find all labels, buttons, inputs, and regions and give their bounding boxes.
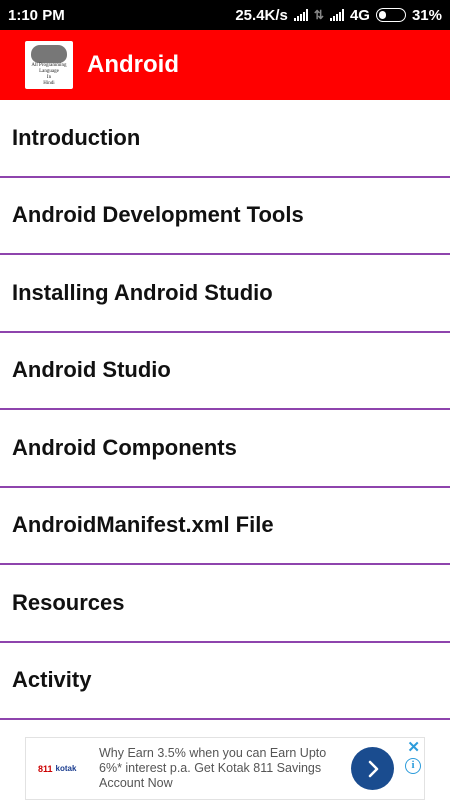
list-item-label: Android Studio — [12, 357, 171, 383]
ad-area: 811 kotak Why Earn 3.5% when you can Ear… — [0, 720, 450, 800]
logo-text: All Programming Language In Hindi — [31, 63, 67, 86]
list-item[interactable]: Android Studio — [0, 332, 450, 410]
ad-text: Why Earn 3.5% when you can Earn Upto 6%*… — [99, 746, 327, 790]
close-icon[interactable]: ✕ — [407, 738, 420, 756]
list-item[interactable]: AndroidManifest.xml File — [0, 487, 450, 565]
ad-next-button[interactable] — [351, 747, 394, 790]
list-item[interactable]: Installing Android Studio — [0, 255, 450, 333]
status-bar: 1:10 PM 25.4K/s ⇅ 4G 31% — [0, 0, 450, 30]
app-bar: All Programming Language In Hindi Androi… — [0, 30, 450, 100]
list-item[interactable]: Android Components — [0, 410, 450, 488]
app-title: Android — [87, 51, 179, 78]
list-item-label: AndroidManifest.xml File — [12, 512, 274, 538]
app-logo: All Programming Language In Hindi — [25, 41, 73, 89]
ad-brand-logo: 811 kotak — [38, 763, 77, 774]
list-item[interactable]: Introduction — [0, 100, 450, 178]
info-icon[interactable]: i — [405, 758, 421, 774]
network-type: 4G — [349, 6, 370, 24]
list-item-label: Resources — [12, 589, 125, 615]
network-speed: 25.4K/s — [235, 6, 288, 24]
battery-percent: 31% — [411, 6, 442, 24]
list-item[interactable]: Activity — [0, 642, 450, 720]
signal-icon-secondary — [329, 9, 344, 21]
list-item-label: Installing Android Studio — [12, 279, 273, 305]
list-item-label: Android Components — [12, 434, 237, 460]
status-time: 1:10 PM — [8, 6, 65, 24]
ad-banner[interactable]: 811 kotak Why Earn 3.5% when you can Ear… — [25, 737, 425, 800]
status-indicators: 25.4K/s ⇅ 4G 31% — [235, 7, 442, 24]
list-item[interactable]: Resources — [0, 565, 450, 643]
list-item[interactable]: Android Development Tools — [0, 177, 450, 255]
topic-list: Introduction Android Development Tools I… — [0, 100, 450, 720]
chevron-right-icon — [368, 760, 378, 777]
data-transfer-icon: ⇅ — [313, 8, 324, 22]
list-item-label: Android Development Tools — [12, 202, 304, 228]
list-item-label: Activity — [12, 667, 92, 693]
signal-icon — [293, 9, 308, 21]
logo-cloud-icon — [31, 45, 67, 63]
list-item-label: Introduction — [12, 124, 141, 150]
battery-icon — [375, 8, 406, 22]
